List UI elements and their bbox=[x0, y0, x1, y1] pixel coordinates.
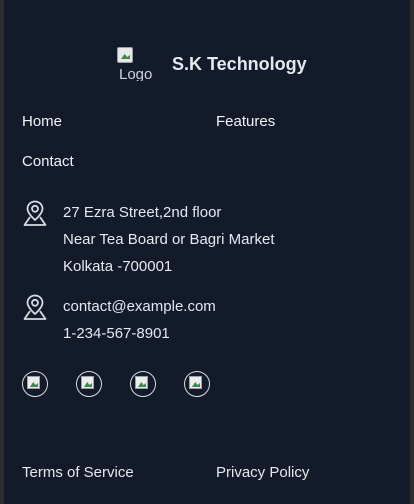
nav-link-home[interactable]: Home bbox=[22, 113, 62, 130]
nav-link-features[interactable]: Features bbox=[216, 113, 275, 130]
location-pin-icon bbox=[23, 294, 47, 320]
broken-image-icon bbox=[81, 376, 94, 389]
nav-link-contact[interactable]: Contact bbox=[22, 153, 74, 170]
broken-image-icon bbox=[189, 376, 202, 389]
social-link-4[interactable] bbox=[184, 371, 210, 397]
contact-lines: contact@example.com 1-234-567-8901 bbox=[63, 293, 216, 347]
address-line-2: Near Tea Board or Bagri Market bbox=[63, 231, 275, 248]
address-lines: 27 Ezra Street,2nd floor Near Tea Board … bbox=[63, 199, 275, 280]
contact-block: contact@example.com 1-234-567-8901 bbox=[22, 293, 216, 347]
social-link-1[interactable] bbox=[22, 371, 48, 397]
social-link-2[interactable] bbox=[76, 371, 102, 397]
terms-of-service-link[interactable]: Terms of Service bbox=[22, 464, 134, 481]
logo-image: Logo bbox=[117, 47, 153, 81]
broken-image-icon bbox=[135, 376, 148, 389]
footer-panel: Logo S.K Technology Home Features Contac… bbox=[4, 0, 410, 504]
address-line-1: 27 Ezra Street,2nd floor bbox=[63, 204, 222, 221]
brand[interactable]: Logo S.K Technology bbox=[117, 47, 307, 81]
social-links bbox=[22, 371, 238, 397]
broken-image-icon bbox=[117, 47, 133, 63]
address-block: 27 Ezra Street,2nd floor Near Tea Board … bbox=[22, 199, 275, 280]
privacy-policy-link[interactable]: Privacy Policy bbox=[216, 464, 309, 481]
contact-phone[interactable]: 1-234-567-8901 bbox=[63, 320, 216, 347]
logo-alt-text: Logo bbox=[119, 66, 153, 81]
location-pin-icon bbox=[23, 200, 47, 226]
broken-image-icon bbox=[27, 376, 40, 389]
address-line-3: Kolkata -700001 bbox=[63, 258, 173, 275]
brand-name: S.K Technology bbox=[172, 53, 307, 74]
social-link-3[interactable] bbox=[130, 371, 156, 397]
contact-email[interactable]: contact@example.com bbox=[63, 293, 216, 320]
